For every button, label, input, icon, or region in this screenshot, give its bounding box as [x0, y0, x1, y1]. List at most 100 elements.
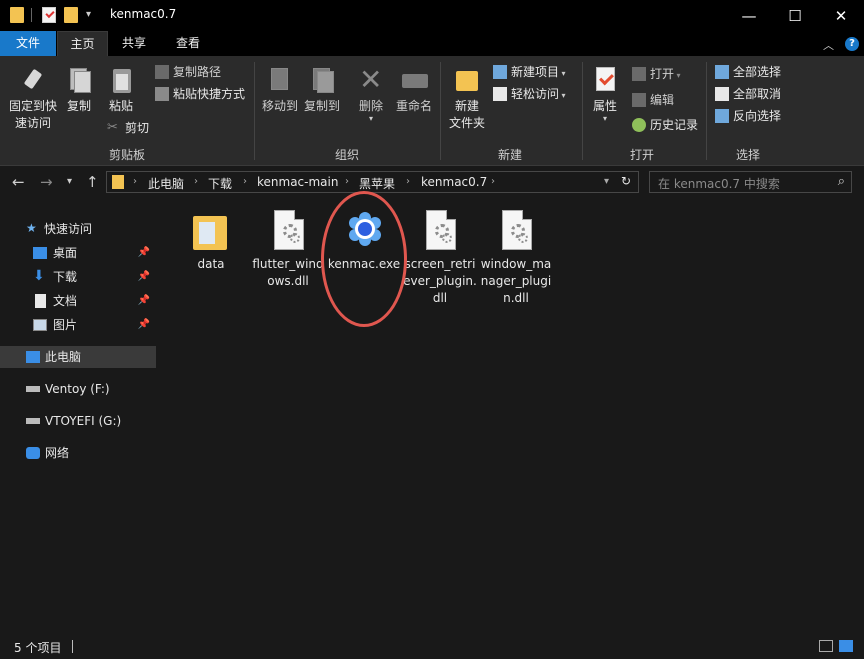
title-bar: ▾ kenmac0.7 — ☐ ✕ [0, 0, 864, 31]
chevron-right-icon[interactable]: › [345, 176, 349, 187]
details-view-icon[interactable] [819, 640, 833, 652]
group-divider [706, 62, 707, 160]
list-item[interactable]: data [173, 210, 249, 273]
chevron-right-icon[interactable]: › [133, 176, 137, 187]
sidebar-item-label: Ventoy (F:) [45, 382, 110, 396]
chevron-right-icon[interactable]: › [491, 176, 495, 187]
copy-to-label: 复制到 [303, 99, 340, 113]
pin-icon[interactable]: 📌 [138, 314, 150, 336]
cut-label: 剪切 [125, 121, 150, 135]
select-none-button[interactable]: 全部取消 [715, 84, 781, 104]
tab-home[interactable]: 主页 [57, 31, 108, 56]
list-item[interactable]: screen_retriever_plugin.dll [402, 210, 478, 307]
edit-button[interactable]: 编辑 [632, 90, 674, 110]
list-item[interactable]: flutter_windows.dll [250, 210, 326, 290]
minimize-button[interactable]: — [726, 0, 772, 31]
help-icon[interactable]: ? [845, 37, 859, 51]
breadcrumb-kenmac-main[interactable]: kenmac-main [257, 175, 338, 189]
sidebar-item-vtoyefi[interactable]: VTOYEFI (G:) [0, 410, 156, 432]
breadcrumb-this-pc[interactable]: 此电脑 [148, 175, 184, 192]
sidebar-item-desktop[interactable]: 桌面 📌 [0, 242, 156, 264]
copy-label: 复制 [66, 99, 91, 113]
chevron-right-icon[interactable]: › [194, 176, 198, 187]
breadcrumb-downloads[interactable]: 下载 [208, 175, 232, 192]
address-bar[interactable]: › 此电脑 › 下载 › kenmac-main › 黑苹果 › kenmac0… [106, 171, 639, 193]
select-all-button[interactable]: 全部选择 [715, 62, 781, 82]
pin-icon[interactable]: 📌 [138, 290, 150, 312]
sidebar-item-label: 文档 [53, 294, 78, 308]
sidebar-item-label: 网络 [45, 446, 70, 460]
sidebar-item-downloads[interactable]: ⬇ 下载 📌 [0, 266, 156, 288]
close-button[interactable]: ✕ [818, 0, 864, 31]
computer-icon [26, 351, 40, 363]
new-folder-quick-icon[interactable] [64, 7, 78, 23]
pin-to-quick-access-button[interactable]: 固定到快 速访问 [6, 66, 60, 132]
chevron-down-icon: ▾ [559, 91, 566, 100]
cut-button[interactable]: ✂ 剪切 [107, 118, 149, 138]
tab-file[interactable]: 文件 [0, 31, 56, 56]
list-item[interactable]: window_manager_plugin.dll [478, 210, 554, 307]
select-all-label: 全部选择 [733, 65, 782, 79]
copy-path-button[interactable]: 复制路径 [155, 62, 221, 82]
open-button[interactable]: 打开 ▾ [632, 64, 681, 84]
copy-button[interactable]: 复制 [62, 66, 96, 115]
rename-button[interactable]: 重命名 [394, 66, 434, 115]
forward-arrow-icon[interactable]: → [40, 173, 53, 191]
sidebar-item-ventoy[interactable]: Ventoy (F:) [0, 378, 156, 400]
easy-access-button[interactable]: 轻松访问 ▾ [493, 84, 566, 104]
chevron-down-icon[interactable]: ▾ [86, 9, 91, 20]
move-to-button[interactable]: 移动到 [260, 66, 300, 115]
edit-label: 编辑 [650, 93, 675, 107]
refresh-icon[interactable]: ↻ [621, 174, 631, 188]
tab-view[interactable]: 查看 [162, 31, 214, 56]
search-box[interactable]: 在 kenmac0.7 中搜索 ⌕ [649, 171, 852, 193]
new-folder-label-1: 新建 [454, 99, 479, 113]
chevron-right-icon[interactable]: › [243, 176, 247, 187]
chevron-up-icon[interactable]: ︿ [823, 37, 834, 53]
drive-icon [26, 386, 40, 392]
delete-label: 删除 [358, 99, 383, 113]
copy-to-button[interactable]: 复制到 [302, 66, 342, 115]
pin-icon[interactable]: 📌 [138, 242, 150, 264]
file-name: data [197, 257, 225, 271]
chevron-right-icon[interactable]: › [406, 176, 410, 187]
search-icon[interactable]: ⌕ [838, 174, 845, 189]
delete-button[interactable]: ✕ 删除 ▾ [354, 66, 388, 123]
paste-shortcut-button[interactable]: 粘贴快捷方式 [155, 84, 245, 104]
sidebar-item-network[interactable]: 网络 [0, 442, 156, 464]
pin-icon[interactable]: 📌 [138, 266, 150, 288]
sidebar-item-quick-access[interactable]: ★ 快速访问 [0, 218, 156, 240]
clipboard-icon [107, 66, 135, 94]
folder-icon [453, 66, 481, 94]
history-label: 历史记录 [650, 118, 699, 132]
edit-icon [632, 93, 646, 107]
sidebar-item-documents[interactable]: 文档 📌 [0, 290, 156, 312]
desktop-icon [33, 247, 47, 259]
file-list: data flutter_windows.dll kenmac.exe scre… [158, 191, 864, 635]
new-item-icon [493, 65, 507, 79]
invert-selection-button[interactable]: 反向选择 [715, 106, 781, 126]
new-item-button[interactable]: 新建项目 ▾ [493, 62, 566, 82]
copy-path-icon [155, 65, 169, 79]
new-item-label: 新建项目 [511, 65, 560, 79]
history-button[interactable]: 历史记录 [632, 115, 698, 135]
recent-locations-icon[interactable]: ▾ [67, 176, 72, 187]
back-arrow-icon[interactable]: ← [12, 173, 25, 191]
chevron-down-icon[interactable]: ▾ [604, 176, 609, 187]
easy-access-icon [493, 87, 507, 101]
tab-share[interactable]: 共享 [110, 31, 158, 56]
large-icons-view-icon[interactable] [839, 640, 853, 652]
breadcrumb-hackintosh[interactable]: 黑苹果 [359, 175, 395, 192]
group-divider [440, 62, 441, 160]
properties-quick-icon[interactable] [42, 7, 56, 23]
sidebar-item-pictures[interactable]: 图片 📌 [0, 314, 156, 336]
search-input[interactable]: 在 kenmac0.7 中搜索 [658, 175, 780, 192]
paste-button[interactable]: 粘贴 [104, 66, 138, 115]
up-arrow-icon[interactable]: ↑ [86, 173, 99, 191]
maximize-button[interactable]: ☐ [772, 0, 818, 31]
sidebar-item-this-pc[interactable]: 此电脑 [0, 346, 156, 368]
breadcrumb-kenmac07[interactable]: kenmac0.7 [421, 175, 487, 189]
file-name: screen_retriever_plugin.dll [403, 257, 477, 305]
properties-button[interactable]: 属性 ▾ [588, 66, 622, 123]
new-folder-button[interactable]: 新建 文件夹 [446, 66, 488, 132]
